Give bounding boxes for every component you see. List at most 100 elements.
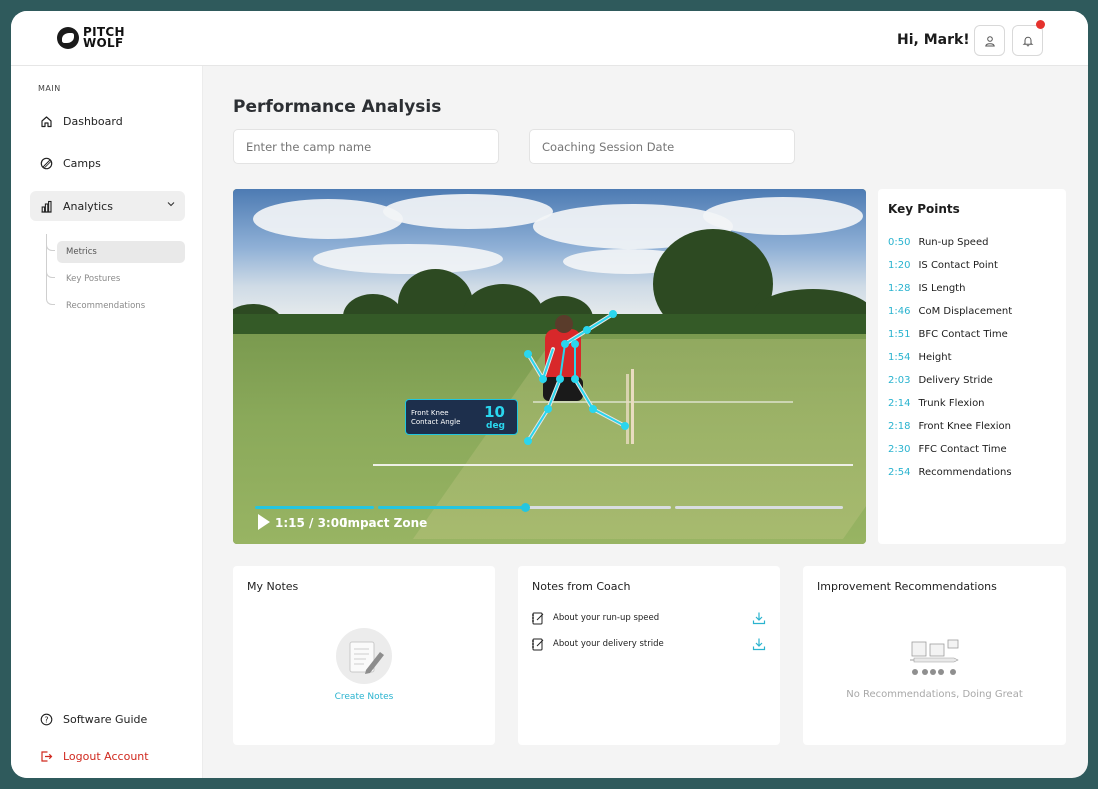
key-point-item[interactable]: 1:20 IS Contact Point bbox=[888, 260, 998, 271]
metric-overlay-label-line2: Contact Angle bbox=[411, 418, 461, 426]
notes-illustration-icon bbox=[336, 628, 392, 684]
session-date-input[interactable] bbox=[529, 129, 795, 164]
metric-overlay-value: 10 bbox=[484, 403, 505, 421]
logout-icon bbox=[39, 749, 53, 763]
video-cloud bbox=[383, 194, 553, 229]
key-point-time: 1:46 bbox=[888, 306, 911, 317]
key-point-time: 2:18 bbox=[888, 421, 911, 432]
progress-segment[interactable] bbox=[378, 506, 526, 509]
metric-overlay-label-line1: Front Knee bbox=[411, 409, 449, 417]
coach-note-label: About your run-up speed bbox=[553, 613, 660, 623]
brand-line-2: WOLF bbox=[83, 36, 124, 50]
progress-segment[interactable] bbox=[675, 506, 843, 509]
submenu-branch bbox=[46, 269, 55, 278]
logout-label: Logout Account bbox=[63, 749, 149, 763]
sidebar-item-camps[interactable]: Camps bbox=[30, 148, 185, 178]
wolf-logo-icon bbox=[57, 27, 79, 49]
key-point-label: CoM Displacement bbox=[918, 306, 1013, 317]
submenu-item-key-postures[interactable]: Key Postures bbox=[57, 268, 185, 290]
sidebar-item-analytics[interactable]: Analytics bbox=[30, 191, 185, 221]
my-notes-title: My Notes bbox=[247, 580, 299, 593]
metric-overlay-label: Front Knee Contact Angle bbox=[411, 409, 460, 427]
sidebar: MAIN Dashboard Camps Analytics Metrics K… bbox=[11, 66, 203, 778]
notification-badge bbox=[1036, 20, 1045, 29]
key-point-item[interactable]: 1:28 IS Length bbox=[888, 283, 965, 294]
coach-note-label: About your delivery stride bbox=[553, 639, 664, 649]
coach-notes-title: Notes from Coach bbox=[532, 580, 631, 593]
home-icon bbox=[39, 114, 53, 128]
recommendations-illustration-icon bbox=[910, 639, 959, 675]
submenu-item-recommendations[interactable]: Recommendations bbox=[57, 295, 185, 317]
key-point-item[interactable]: 2:14 Trunk Flexion bbox=[888, 398, 985, 409]
submenu-item-metrics[interactable]: Metrics bbox=[57, 241, 185, 263]
submenu-branch bbox=[46, 242, 55, 251]
key-point-label: IS Contact Point bbox=[918, 260, 998, 271]
key-point-item[interactable]: 2:03 Delivery Stride bbox=[888, 375, 993, 386]
recommendations-title: Improvement Recommendations bbox=[817, 580, 997, 593]
video-cloud bbox=[313, 244, 503, 274]
user-greeting: Hi, Mark! bbox=[897, 32, 970, 48]
download-icon[interactable] bbox=[752, 637, 766, 651]
notifications-button[interactable] bbox=[1012, 25, 1043, 56]
key-point-label: Delivery Stride bbox=[918, 375, 993, 386]
video-cloud bbox=[703, 197, 863, 235]
brand-logo[interactable]: PITCH WOLF bbox=[57, 26, 125, 50]
key-point-label: BFC Contact Time bbox=[918, 329, 1008, 340]
key-point-item[interactable]: 2:18 Front Knee Flexion bbox=[888, 421, 1011, 432]
create-notes-link[interactable]: Create Notes bbox=[233, 692, 495, 702]
brand-name: PITCH WOLF bbox=[83, 26, 125, 50]
progress-scrubber[interactable] bbox=[521, 503, 530, 512]
coach-note-item[interactable]: About your delivery stride bbox=[531, 637, 664, 651]
profile-button[interactable] bbox=[974, 25, 1005, 56]
key-point-item[interactable]: 2:54 Recommendations bbox=[888, 467, 1012, 478]
key-point-item[interactable]: 2:30 FFC Contact Time bbox=[888, 444, 1007, 455]
software-guide-label: Software Guide bbox=[63, 712, 148, 726]
bell-icon bbox=[1022, 36, 1033, 46]
key-point-time: 1:54 bbox=[888, 352, 911, 363]
key-point-time: 1:28 bbox=[888, 283, 911, 294]
coach-notes-card: Notes from Coach About your run-up speed… bbox=[518, 566, 780, 745]
key-point-item[interactable]: 1:51 BFC Contact Time bbox=[888, 329, 1008, 340]
svg-text:?: ? bbox=[44, 715, 48, 724]
key-point-label: Front Knee Flexion bbox=[918, 421, 1011, 432]
video-zone-label: Impact Zone bbox=[343, 516, 428, 530]
key-point-time: 2:30 bbox=[888, 444, 911, 455]
skeleton-overlay bbox=[524, 310, 629, 445]
metric-overlay: Front Knee Contact Angle 10 deg bbox=[405, 399, 518, 435]
key-point-time: 2:03 bbox=[888, 375, 911, 386]
key-point-label: IS Length bbox=[918, 283, 966, 294]
my-notes-card: My Notes Create Notes bbox=[233, 566, 495, 745]
key-point-item[interactable]: 1:46 CoM Displacement bbox=[888, 306, 1012, 317]
key-point-label: Trunk Flexion bbox=[918, 398, 985, 409]
sidebar-item-label: Dashboard bbox=[63, 114, 123, 128]
help-icon: ? bbox=[39, 712, 53, 726]
key-point-time: 1:51 bbox=[888, 329, 911, 340]
coach-note-item[interactable]: About your run-up speed bbox=[531, 611, 659, 625]
key-points-title: Key Points bbox=[888, 202, 960, 216]
key-point-item[interactable]: 1:54 Height bbox=[888, 352, 952, 363]
play-icon[interactable] bbox=[258, 514, 270, 530]
video-cloud bbox=[253, 199, 403, 239]
sidebar-item-label: Analytics bbox=[63, 199, 113, 213]
ball-icon bbox=[39, 156, 53, 170]
key-point-time: 1:20 bbox=[888, 260, 911, 271]
app-window: PITCH WOLF Hi, Mark! MAIN Dashboard Camp… bbox=[11, 11, 1088, 778]
camp-name-input[interactable] bbox=[233, 129, 499, 164]
video-crease bbox=[373, 464, 853, 466]
key-point-label: Height bbox=[918, 352, 952, 363]
key-point-label: FFC Contact Time bbox=[918, 444, 1007, 455]
key-point-label: Run-up Speed bbox=[918, 237, 989, 248]
notebook-icon bbox=[531, 611, 545, 625]
recommendations-empty-text: No Recommendations, Doing Great bbox=[846, 689, 1023, 700]
user-icon bbox=[984, 35, 995, 46]
bar-chart-icon bbox=[39, 199, 53, 213]
progress-segment[interactable] bbox=[526, 506, 671, 509]
video-player[interactable]: Front Knee Contact Angle 10 deg 1:15 / 3… bbox=[233, 189, 866, 544]
sidebar-item-dashboard[interactable]: Dashboard bbox=[30, 106, 185, 136]
download-icon[interactable] bbox=[752, 611, 766, 625]
software-guide-link[interactable]: ? Software Guide bbox=[39, 712, 147, 726]
submenu-branch bbox=[46, 296, 55, 305]
key-point-item[interactable]: 0:50 Run-up Speed bbox=[888, 237, 988, 248]
progress-segment[interactable] bbox=[255, 506, 374, 509]
logout-button[interactable]: Logout Account bbox=[39, 749, 149, 763]
